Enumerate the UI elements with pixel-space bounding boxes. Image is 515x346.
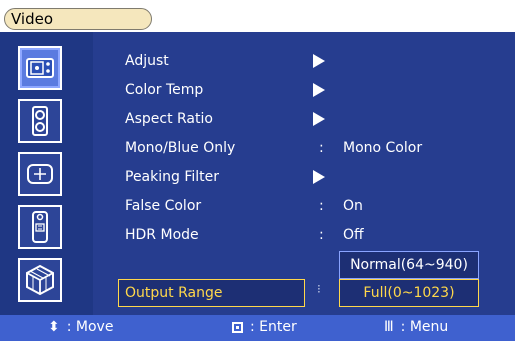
target-crosshair-icon[interactable]: [18, 152, 62, 196]
value-separator: :: [319, 227, 324, 243]
submenu-arrow-icon: [313, 54, 325, 68]
value-separator: :: [319, 140, 324, 156]
menu-item-false-color[interactable]: False Color : On: [93, 194, 515, 222]
menu-item-mono-blue-only[interactable]: Mono/Blue Only : Mono Color: [93, 136, 515, 164]
move-hint: ⬍ : Move: [48, 319, 113, 335]
remote-control-icon[interactable]: [18, 205, 62, 249]
enter-square-icon: [232, 321, 243, 333]
value-separator: ⁝: [317, 282, 321, 296]
menu-item-label: Color Temp: [125, 82, 204, 98]
enter-hint-label: : Enter: [250, 319, 297, 335]
value-separator: :: [319, 198, 324, 214]
submenu-arrow-icon: [313, 112, 325, 126]
video-options: Adjust Color Temp Aspect Ratio Mono/Blue…: [93, 32, 515, 315]
up-down-arrow-icon: ⬍: [48, 319, 60, 335]
menu-item-label: Peaking Filter: [125, 169, 220, 185]
submenu-arrow-icon: [313, 170, 325, 184]
footer-hints: ⬍ : Move : Enter Ⅲ : Menu: [0, 315, 515, 341]
cube-icon[interactable]: [18, 258, 62, 302]
menu-title: Video: [4, 8, 152, 30]
menu-bars-icon: Ⅲ: [384, 319, 394, 335]
output-range-option-full[interactable]: Full(0~1023): [339, 279, 479, 307]
enter-hint: : Enter: [232, 319, 297, 335]
audio-speaker-icon[interactable]: [18, 99, 62, 143]
menu-item-output-range[interactable]: Output Range: [118, 279, 305, 307]
menu-item-label: Aspect Ratio: [125, 111, 213, 127]
menu-item-value: Off: [343, 227, 364, 243]
menu-item-adjust[interactable]: Adjust: [93, 49, 515, 77]
menu-hint: Ⅲ : Menu: [384, 319, 448, 335]
menu-item-hdr-mode[interactable]: HDR Mode : Off: [93, 223, 515, 251]
menu-item-label: False Color: [125, 198, 202, 214]
menu-item-value: Mono Color: [343, 140, 423, 156]
submenu-arrow-icon: [313, 83, 325, 97]
menu-item-peaking-filter[interactable]: Peaking Filter: [93, 165, 515, 193]
menu-item-label: Mono/Blue Only: [125, 140, 236, 156]
menu-item-value: On: [343, 198, 363, 214]
output-range-option-normal[interactable]: Normal(64~940): [339, 251, 479, 279]
video-osd-menu: Video Adjust Color Temp Aspect Ratio Mon…: [0, 0, 515, 346]
menu-hint-label: : Menu: [400, 319, 449, 335]
category-sidebar: [0, 32, 94, 315]
menu-item-label: Adjust: [125, 53, 169, 69]
video-settings-icon[interactable]: [18, 46, 62, 90]
menu-item-aspect-ratio[interactable]: Aspect Ratio: [93, 107, 515, 135]
menu-item-color-temp[interactable]: Color Temp: [93, 78, 515, 106]
move-hint-label: : Move: [66, 319, 114, 335]
menu-panel: Adjust Color Temp Aspect Ratio Mono/Blue…: [0, 32, 515, 315]
menu-item-label: HDR Mode: [125, 227, 199, 243]
